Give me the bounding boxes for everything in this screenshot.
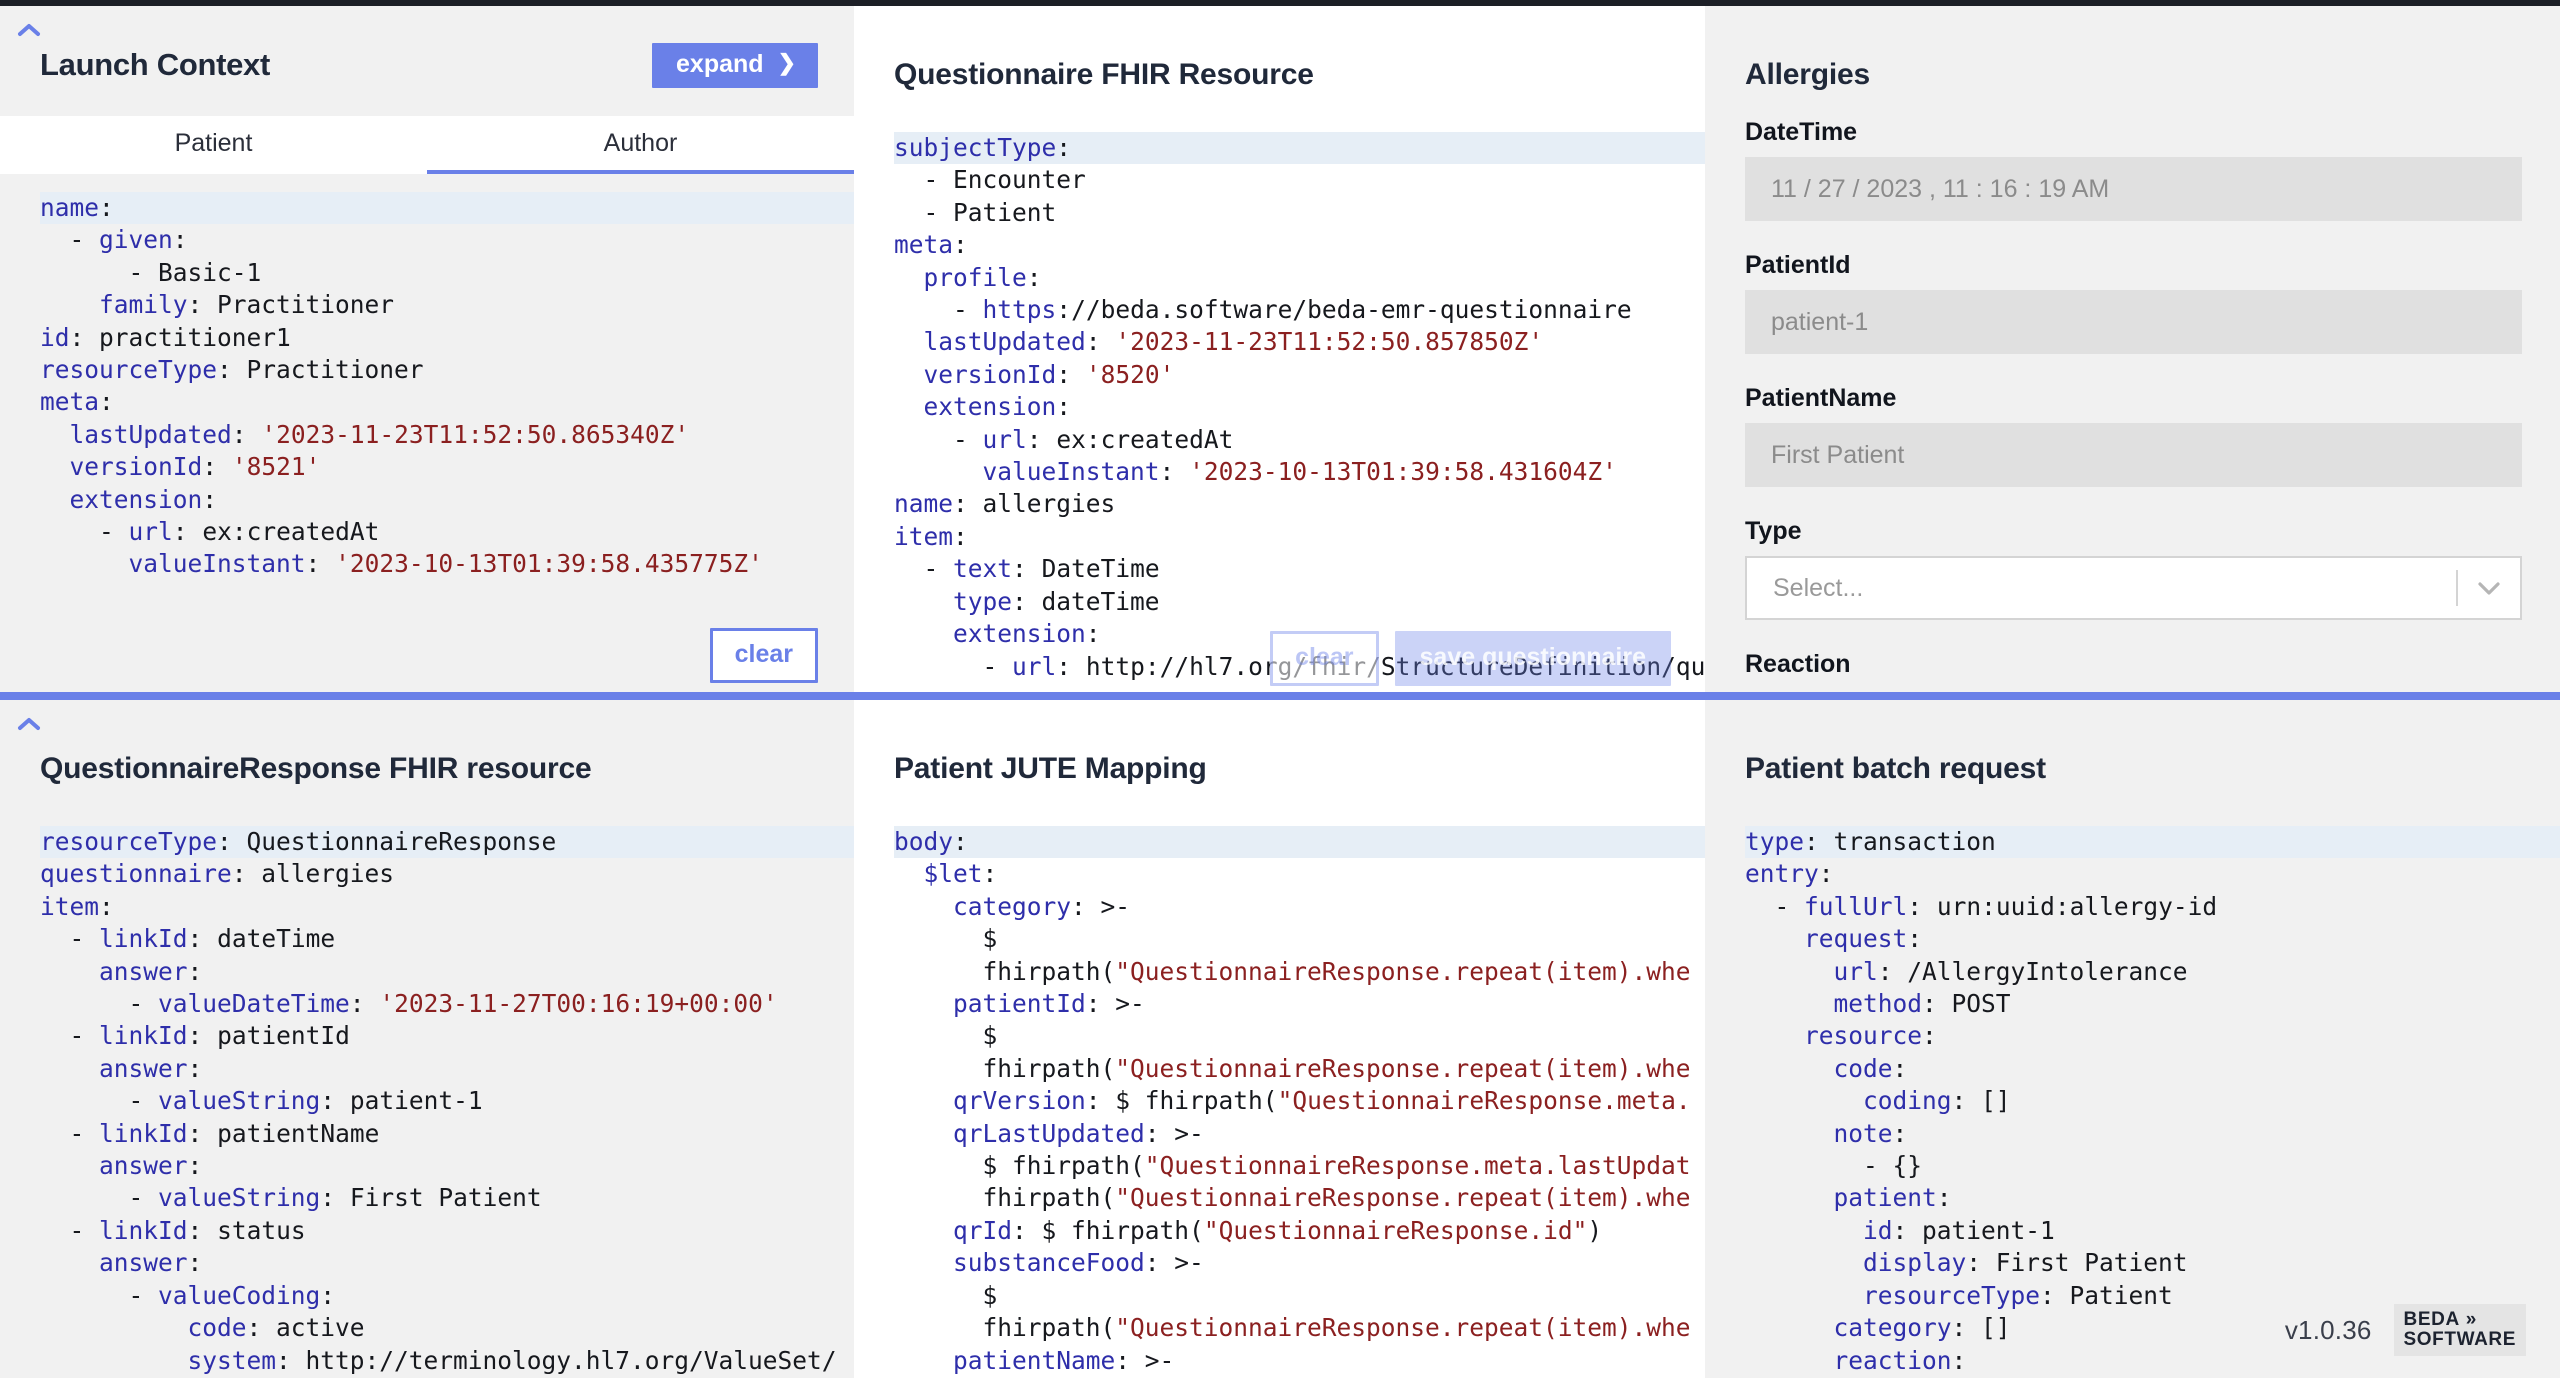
patientid-field[interactable]: patient-1 [1745,290,2522,354]
patientname-field[interactable]: First Patient [1745,423,2522,487]
jute-mapping-code-editor[interactable]: body: $let: category: >- $ fhirpath("Que… [894,826,1705,1378]
chevron-down-icon[interactable] [2458,578,2520,598]
field-patientname: PatientName First Patient [1745,384,2522,487]
launch-context-panel: Launch Context expand ❯ Patient Author n… [0,6,854,696]
questionnaire-response-code-editor[interactable]: resourceType: QuestionnaireResponse quest… [40,826,854,1378]
window-topbar [0,0,2560,6]
row-splitter[interactable] [0,692,2560,700]
questionnaire-panel: Questionnaire FHIR Resource subjectType:… [854,6,1705,696]
allergies-form: DateTime 11 / 27 / 2023 , 11 : 16 : 19 A… [1745,118,2522,696]
batch-request-panel: Patient batch request type: transaction e… [1705,700,2560,1378]
bottom-row: QuestionnaireResponse FHIR resource reso… [0,700,2560,1378]
chevron-up-icon[interactable] [16,20,42,40]
beda-logo-line2: SOFTWARE [2403,1328,2516,1350]
allergies-title: Allergies [1745,58,1870,91]
field-datetime: DateTime 11 / 27 / 2023 , 11 : 16 : 19 A… [1745,118,2522,221]
top-row: Launch Context expand ❯ Patient Author n… [0,6,2560,696]
questionnaire-response-panel: QuestionnaireResponse FHIR resource reso… [0,700,854,1378]
chevron-up-icon[interactable] [16,714,42,734]
allergies-form-panel: Allergies DateTime 11 / 27 / 2023 , 11 :… [1705,6,2560,696]
clear-questionnaire-button[interactable]: clear [1270,631,1379,686]
questionnaire-title: Questionnaire FHIR Resource [894,58,1314,91]
tab-patient[interactable]: Patient [0,116,427,174]
beda-footer: v1.0.36 BEDA» SOFTWARE [2285,1304,2526,1356]
launch-context-code-editor[interactable]: name: - given: - Basic-1 family: Practit… [40,192,854,696]
launch-context-actions: clear [709,628,818,683]
expand-button-label: expand [676,49,764,78]
field-type: Type Select... [1745,517,2522,620]
tab-patient-label: Patient [174,128,253,157]
page-title: Launch Context [40,47,271,82]
field-patientid: PatientId patient-1 [1745,251,2522,354]
type-select-value: Select... [1773,573,1864,602]
questionnaire-response-title: QuestionnaireResponse FHIR resource [40,752,592,785]
questionnaire-code-editor[interactable]: subjectType: - Encounter - Patient meta: … [894,132,1705,696]
tab-author-label: Author [603,128,678,157]
batch-request-title: Patient batch request [1745,752,2046,785]
clear-launch-context-button[interactable]: clear [709,628,818,683]
field-label-reaction: Reaction [1745,650,1851,678]
field-label-patientid: PatientId [1745,251,1851,279]
type-select-controls [2456,558,2520,618]
save-questionnaire-button[interactable]: save questionnaire [1394,631,1671,686]
datetime-field[interactable]: 11 / 27 / 2023 , 11 : 16 : 19 AM [1745,157,2522,221]
field-label-patientname: PatientName [1745,384,1897,412]
launch-context-header: Launch Context expand ❯ [0,34,854,96]
expand-button[interactable]: expand ❯ [652,42,818,88]
beda-software-logo: BEDA» SOFTWARE [2393,1304,2526,1356]
batch-request-code-editor[interactable]: type: transaction entry: - fullUrl: urn:u… [1745,826,2560,1378]
type-select[interactable]: Select... [1745,556,2522,620]
jute-mapping-panel: Patient JUTE Mapping body: $let: categor… [854,700,1705,1378]
double-chevron-icon: » [2465,1309,2477,1331]
app-version: v1.0.36 [2284,1314,2372,1345]
launch-context-tabs: Patient Author [0,116,854,174]
chevron-right-icon: ❯ [777,50,796,75]
beda-logo-line1: BEDA» [2403,1309,2477,1331]
jute-mapping-title: Patient JUTE Mapping [894,752,1207,785]
field-label-datetime: DateTime [1745,118,1858,146]
field-label-type: Type [1745,517,1802,545]
questionnaire-actions: clear save questionnaire [1270,631,1671,686]
field-reaction: Reaction [1745,650,2522,679]
app-root: Launch Context expand ❯ Patient Author n… [0,0,2560,1378]
tab-author[interactable]: Author [427,116,854,174]
